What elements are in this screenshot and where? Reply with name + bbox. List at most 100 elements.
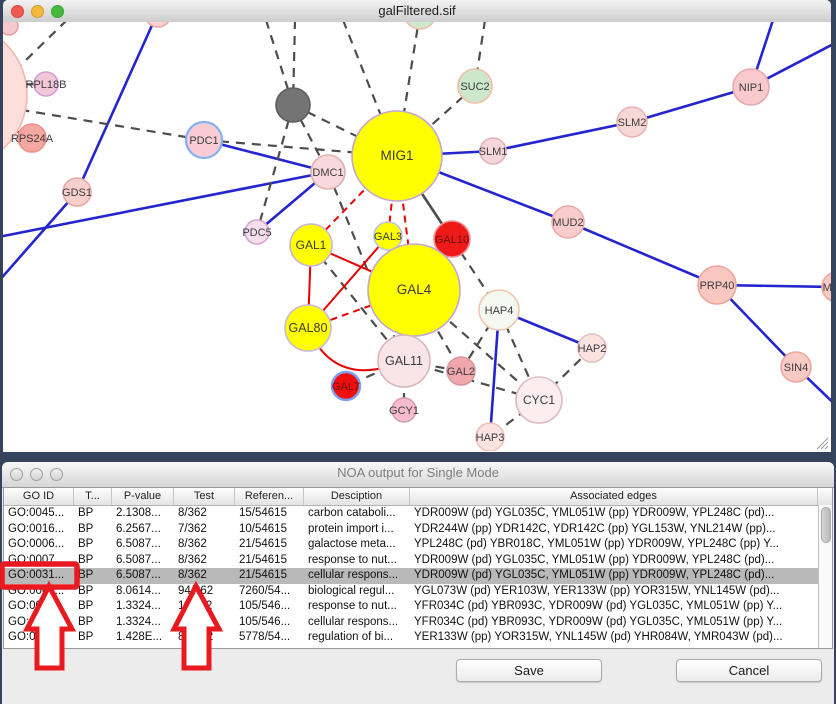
node-label-GCY1: GCY1 — [389, 405, 419, 417]
cell-0: GO:0007... — [4, 553, 74, 569]
cell-0: GO:0031... — [4, 568, 74, 584]
cell-2: 2.1308... — [112, 506, 174, 522]
network-titlebar: galFiltered.sif — [3, 0, 831, 23]
resize-grip-icon[interactable] — [814, 435, 829, 450]
table-row[interactable]: GO:0007...BP6.5087...8/36221/54615respon… — [4, 553, 832, 569]
network-edge — [257, 105, 293, 232]
cell-1: BP — [74, 522, 112, 538]
node-label-GAL10: GAL10 — [435, 234, 469, 246]
cell-5: regulation of bi... — [304, 630, 410, 646]
cell-5: galactose meta... — [304, 537, 410, 553]
cell-3: 8/362 — [174, 537, 235, 553]
node-label-GAL4: GAL4 — [397, 282, 432, 297]
node-label-CYC1: CYC1 — [523, 393, 555, 407]
cell-6: YDR009W (pd) YGL035C, YML051W (pp) YDR00… — [410, 553, 818, 569]
cell-2: 1.428E... — [112, 630, 174, 646]
node-label-SIN4: SIN4 — [784, 362, 808, 374]
cell-4: 21/54615 — [235, 553, 304, 569]
node-label-GDS1: GDS1 — [62, 187, 92, 199]
node-label-GAL80: GAL80 — [289, 321, 328, 335]
cell-0: GO:0006... — [4, 537, 74, 553]
table-body: GO:0045...BP2.1308...8/36215/54615carbon… — [4, 506, 832, 646]
cell-4: 5778/54... — [235, 630, 304, 646]
cell-3: 11/362 — [174, 615, 235, 631]
noa-results-table: GO IDT...P-valueTestReferen...Desciption… — [3, 487, 833, 649]
table-scrollbar[interactable] — [818, 505, 832, 648]
node-label-SLM1: SLM1 — [479, 146, 508, 158]
minimize-button-inactive[interactable] — [30, 468, 43, 481]
network-edge — [204, 140, 328, 172]
network-window: galFiltered.sif RPL18BRPS24AGDS1PDC1PDC5… — [3, 0, 831, 452]
scrollbar-thumb[interactable] — [821, 507, 831, 543]
cell-1: BP — [74, 537, 112, 553]
column-header-0[interactable]: GO ID — [4, 488, 74, 505]
cell-4: 105/546... — [235, 599, 304, 615]
noa-titlebar: NOA output for Single Mode — [2, 462, 834, 488]
noa-window-title: NOA output for Single Mode — [62, 462, 774, 484]
cell-6: YPL248C (pd) YBR018C, YML051W (pp) YDR00… — [410, 537, 818, 553]
node-label-GAL2: GAL2 — [447, 366, 475, 378]
node-label-RPS24A: RPS24A — [11, 133, 54, 145]
node-label-MSL1: MSL1 — [823, 282, 831, 294]
node-gray-node[interactable] — [276, 88, 310, 122]
node-top-pink[interactable] — [145, 22, 171, 27]
node-label-PDC5: PDC5 — [242, 227, 271, 239]
node-label-RPL18B: RPL18B — [26, 79, 67, 91]
cell-3: 8/362 — [174, 568, 235, 584]
column-header-1[interactable]: T... — [74, 488, 112, 505]
node-label-GAL7: GAL7 — [332, 381, 360, 393]
cell-1: BP — [74, 568, 112, 584]
cell-5: response to nut... — [304, 599, 410, 615]
column-header-4[interactable]: Referen... — [235, 488, 304, 505]
cell-6: YFR034C (pd) YBR093C, YDR009W (pd) YGL03… — [410, 599, 818, 615]
column-header-3[interactable]: Test — [174, 488, 235, 505]
save-button[interactable]: Save — [456, 659, 602, 682]
cell-4: 21/54615 — [235, 537, 304, 553]
cell-0: GO:0045... — [4, 506, 74, 522]
table-row[interactable]: GO:0065...BP8.0614...94/3627260/54...bio… — [4, 584, 832, 600]
cell-5: biological regul... — [304, 584, 410, 600]
node-corner-pink[interactable] — [3, 22, 18, 35]
table-row[interactable]: GO:0031...BP1.3324...11/362105/546...res… — [4, 599, 832, 615]
cell-1: BP — [74, 599, 112, 615]
network-edge — [568, 222, 717, 285]
cell-5: response to nut... — [304, 553, 410, 569]
cell-1: BP — [74, 630, 112, 646]
table-row[interactable]: GO:0006...BP6.5087...8/36221/54615galact… — [4, 537, 832, 553]
table-row[interactable]: GO:0031...BP1.3324...11/362105/546...cel… — [4, 615, 832, 631]
node-label-MUD2: MUD2 — [552, 217, 583, 229]
network-edge — [3, 192, 77, 282]
table-row[interactable]: GO:0050...BP1.428E...80/3625778/54...reg… — [4, 630, 832, 646]
node-label-GAL11: GAL11 — [385, 354, 423, 368]
close-button-inactive[interactable] — [10, 468, 23, 481]
column-header-5[interactable]: Desciption — [304, 488, 410, 505]
cell-3: 8/362 — [174, 506, 235, 522]
cell-3: 11/362 — [174, 599, 235, 615]
cell-5: protein import i... — [304, 522, 410, 538]
minimize-button[interactable] — [31, 5, 44, 18]
cell-5: cellular respons... — [304, 615, 410, 631]
node-label-MIG1: MIG1 — [380, 148, 413, 163]
cell-3: 94/362 — [174, 584, 235, 600]
table-row[interactable]: GO:0045...BP2.1308...8/36215/54615carbon… — [4, 506, 832, 522]
table-row[interactable]: GO:0031...BP6.5087...8/36221/54615cellul… — [4, 568, 832, 584]
noa-output-window: NOA output for Single Mode GO IDT...P-va… — [2, 462, 834, 704]
cell-2: 8.0614... — [112, 584, 174, 600]
column-header-2[interactable]: P-value — [112, 488, 174, 505]
cell-4: 15/54615 — [235, 506, 304, 522]
cell-2: 6.5087... — [112, 568, 174, 584]
cell-6: YDR244W (pp) YDR142C, YDR142C (pp) YGL15… — [410, 522, 818, 538]
node-label-HAP3: HAP3 — [476, 432, 505, 444]
table-row[interactable]: GO:0016...BP6.2567...7/36210/54615protei… — [4, 522, 832, 538]
cell-1: BP — [74, 615, 112, 631]
node-top-green[interactable] — [404, 22, 436, 29]
cell-0: GO:0031... — [4, 615, 74, 631]
cell-1: BP — [74, 506, 112, 522]
cell-6: YDR009W (pd) YGL035C, YML051W (pp) YDR00… — [410, 506, 818, 522]
column-header-6[interactable]: Associated edges — [410, 488, 818, 505]
close-button[interactable] — [11, 5, 24, 18]
network-canvas[interactable]: RPL18BRPS24AGDS1PDC1PDC5DMC1MIG1SUC2SLM1… — [3, 22, 831, 451]
screenshot-root: { "colors": { "desktop_bg": "#36435c", "… — [0, 0, 836, 704]
table-header-row: GO IDT...P-valueTestReferen...Desciption… — [4, 488, 832, 506]
cancel-button[interactable]: Cancel — [676, 659, 822, 682]
